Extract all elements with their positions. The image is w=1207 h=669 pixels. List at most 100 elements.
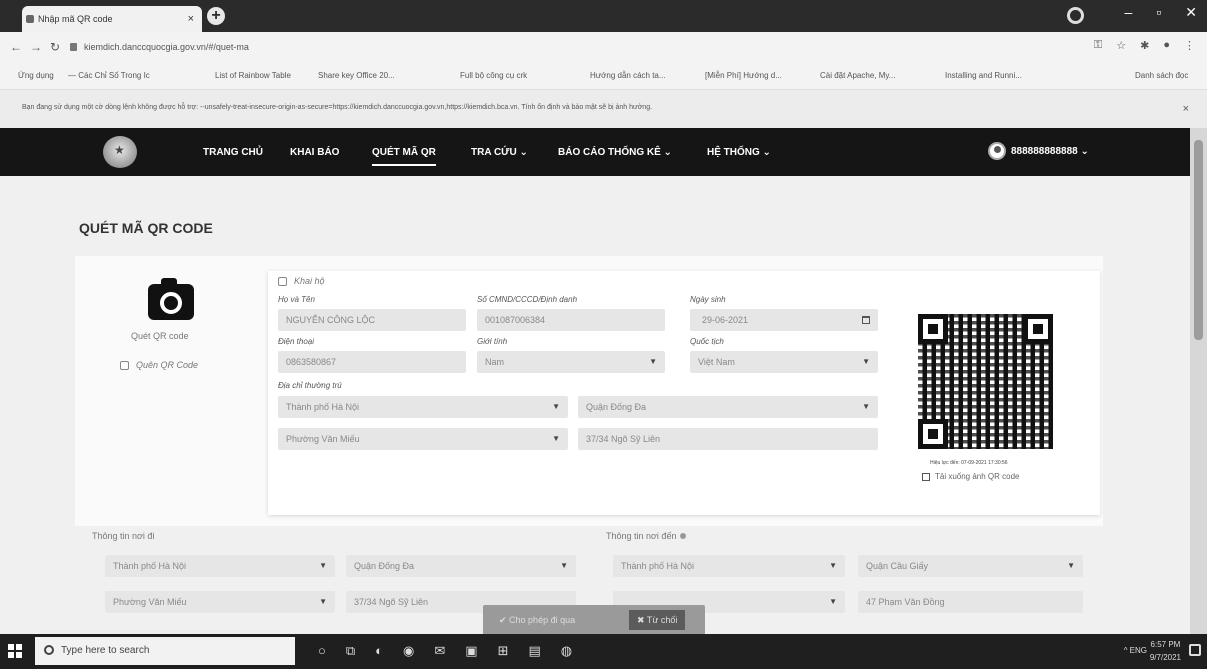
camera-icon[interactable] [148, 278, 194, 320]
app-icon[interactable]: ◍ [561, 643, 572, 659]
nav-trang-chu[interactable]: TRANG CHỦ [203, 147, 263, 158]
menu-icon[interactable]: ⋮ [1184, 39, 1195, 52]
chevron-down-icon: ▼ [319, 561, 327, 570]
qr-finder-pattern [1023, 314, 1053, 344]
task-view-icon[interactable]: ⧉ [346, 643, 355, 659]
user-id: 888888888888 ⌄ [1011, 145, 1089, 157]
khai-ho-row[interactable]: Khai hộ [278, 276, 325, 286]
windows-taskbar: Type here to search ○ ⧉ ◐ ◉ ✉ ▣ ⊞ ▤ ◍ ^ … [0, 634, 1207, 669]
scan-qr-label[interactable]: Quét QR code [131, 331, 189, 341]
chevron-down-icon: ▼ [862, 357, 870, 366]
windows-start-icon[interactable] [8, 644, 22, 658]
chevron-down-icon: ▼ [1067, 561, 1075, 570]
user-menu[interactable]: 888888888888 ⌄ [988, 142, 1089, 160]
star-icon[interactable]: ☆ [1116, 39, 1126, 52]
nav-bao-cao-thong-ke[interactable]: BÁO CÁO THỐNG KÊ ⌄ [558, 147, 672, 158]
chevron-down-icon: ▼ [552, 402, 560, 411]
account-icon[interactable]: ● [1163, 39, 1170, 52]
chevron-down-icon: ▼ [829, 597, 837, 606]
tab-close-icon[interactable]: × [188, 6, 194, 32]
nav-he-thong[interactable]: HỆ THỐNG ⌄ [707, 147, 771, 158]
calendar-icon[interactable] [862, 316, 870, 324]
cmnd-label: Số CMND/CCCD/Định danh [477, 295, 578, 304]
system-tray[interactable]: ^ ENG [1124, 646, 1147, 655]
nav-buttons: ←→↻ [10, 40, 68, 54]
nav-khai-bao[interactable]: KHAI BÁO [290, 147, 339, 158]
bookmark-item[interactable]: Installing and Runni... [945, 71, 1022, 80]
quoc-tich-label: Quốc tịch [690, 337, 724, 346]
noi-den-dia-chi-field[interactable]: 47 Phạm Văn Đồng [858, 591, 1083, 613]
bookmark-item[interactable]: Full bộ công cụ crk [460, 71, 527, 80]
nav-quet-ma-qr[interactable]: QUÉT MÃ QR [372, 147, 436, 166]
khai-ho-checkbox[interactable] [278, 276, 287, 286]
forward-icon[interactable]: → [30, 40, 50, 54]
file-explorer-icon[interactable]: ▤ [528, 643, 540, 659]
key-icon[interactable]: ⚿ [1094, 39, 1102, 52]
quoc-tich-select[interactable]: Việt Nam ▼ [690, 351, 878, 373]
reject-button[interactable]: ✖ Từ chối [629, 610, 686, 630]
phuong-select[interactable]: Phường Văn Miếu ▼ [278, 428, 568, 450]
noi-di-quan-select[interactable]: Quận Đống Đa ▼ [346, 555, 576, 577]
allow-pass-button[interactable]: ✔ Cho phép đi qua [491, 610, 583, 630]
ho-ten-label: Họ và Tên [278, 295, 315, 304]
url-field[interactable]: kiemdich.danccquocgia.gov.vn/#/quet-ma [70, 37, 1010, 57]
search-placeholder: Type here to search [61, 645, 150, 656]
chrome-icon[interactable]: ◉ [403, 643, 414, 659]
unsupported-flag-infobar: Bạn đang sử dụng một cờ dòng lệnh không … [0, 90, 1207, 128]
noi-di-phuong-select[interactable]: Phường Văn Miếu ▼ [105, 591, 335, 613]
store-icon[interactable]: ▣ [465, 643, 477, 659]
browser-tab[interactable]: Nhập mã QR code × [22, 6, 202, 32]
edge-icon[interactable]: ◐ [375, 643, 383, 659]
maximize-icon[interactable]: ▫ [1156, 4, 1161, 21]
network-app-icon[interactable]: ⊞ [498, 643, 509, 659]
qr-finder-pattern [918, 419, 948, 449]
bookmark-item[interactable]: Share key Office 20... [318, 71, 395, 80]
cmnd-value: 001087006384 [485, 315, 546, 325]
cmnd-field[interactable]: 001087006384 [477, 309, 665, 331]
noi-den-quan-select[interactable]: Quận Cầu Giấy ▼ [858, 555, 1083, 577]
bookmark-item[interactable]: [Miễn Phí] Hướng d... [705, 71, 782, 80]
bookmark-item[interactable]: Hướng dẫn cách ta... [590, 71, 666, 80]
reload-icon[interactable]: ↻ [50, 40, 68, 54]
minimize-icon[interactable]: – [1125, 4, 1133, 21]
chevron-down-icon: ▼ [862, 402, 870, 411]
dia-chi-value: 37/34 Ngõ Sỹ Liên [586, 434, 661, 444]
dia-chi-field[interactable]: 37/34 Ngõ Sỹ Liên [578, 428, 878, 450]
noi-den-tinh-select[interactable]: Thành phố Hà Nội ▼ [613, 555, 845, 577]
noi-di-tinh-value: Thành phố Hà Nội [113, 561, 187, 571]
mail-icon[interactable]: ✉ [434, 643, 445, 659]
notification-icon[interactable] [1189, 644, 1201, 656]
tinh-select[interactable]: Thành phố Hà Nội ▼ [278, 396, 568, 418]
cortana-icon[interactable]: ○ [318, 643, 326, 659]
scan-qr-checkbox-row[interactable]: Quên QR Code [120, 360, 198, 370]
police-emblem-logo[interactable] [103, 136, 137, 168]
gioi-tinh-select[interactable]: Nam ▼ [477, 351, 665, 373]
scan-qr-checkbox[interactable] [120, 360, 129, 370]
taskbar-search-box[interactable]: Type here to search [35, 637, 295, 665]
new-tab-button[interactable]: + [207, 7, 225, 25]
extension-icon[interactable]: ✱ [1140, 39, 1149, 52]
scrollbar-thumb[interactable] [1194, 140, 1203, 340]
ngay-sinh-field[interactable]: 29-06-2021 [690, 309, 878, 331]
info-icon[interactable] [680, 533, 687, 539]
noi-den-heading: Thông tin nơi đến [606, 531, 677, 541]
page-scrollbar[interactable] [1190, 128, 1207, 634]
ho-ten-field[interactable]: NGUYỄN CÔNG LỘC [278, 309, 466, 331]
infobar-close-icon[interactable]: × [1183, 103, 1189, 115]
download-qr-link[interactable]: Tải xuống ảnh QR code [922, 472, 1020, 481]
bookmark-item[interactable]: List of Rainbow Table [215, 71, 291, 80]
browser-tab-bar: Nhập mã QR code × + – ▫ ✕ [0, 0, 1207, 32]
noi-di-tinh-select[interactable]: Thành phố Hà Nội ▼ [105, 555, 335, 577]
quan-select[interactable]: Quận Đống Đa ▼ [578, 396, 878, 418]
dien-thoai-field[interactable]: 0863580867 [278, 351, 466, 373]
nav-tra-cuu[interactable]: TRA CỨU ⌄ [471, 147, 528, 158]
bookmark-item[interactable]: Danh sách đọc [1135, 71, 1188, 80]
close-window-icon[interactable]: ✕ [1185, 4, 1197, 21]
profile-icon[interactable] [1067, 7, 1084, 24]
bookmark-item[interactable]: Cài đặt Apache, My... [820, 71, 895, 80]
back-icon[interactable]: ← [10, 40, 30, 54]
taskbar-clock[interactable]: 6:57 PM 9/7/2021 [1150, 638, 1181, 664]
bookmark-item[interactable]: — Các Chỉ Số Trong Ic [68, 71, 150, 80]
dia-chi-label: Địa chỉ thường trú [278, 381, 342, 390]
bookmark-item[interactable]: Ứng dụng [18, 71, 54, 80]
